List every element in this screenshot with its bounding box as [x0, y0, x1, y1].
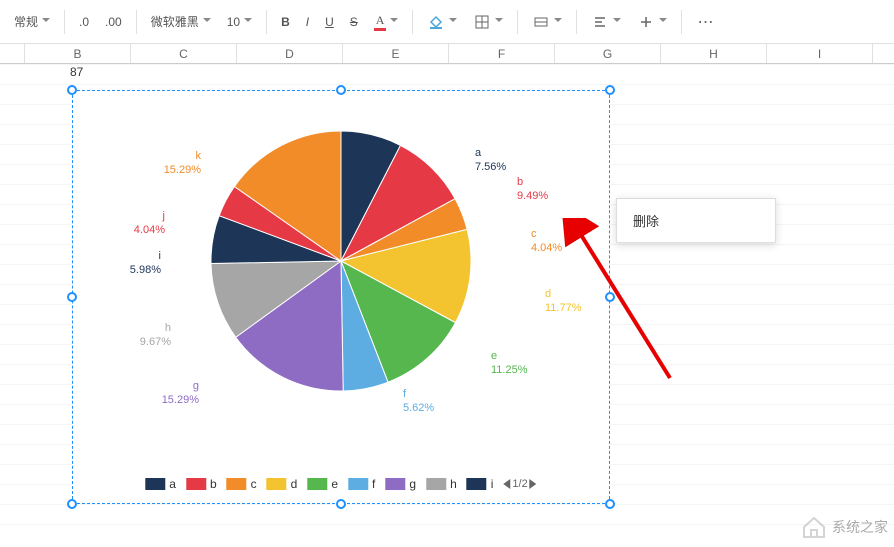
legend-item[interactable]: b: [186, 477, 217, 491]
valign-icon: [637, 13, 655, 31]
more-button[interactable]: ⋯: [690, 8, 720, 36]
align-icon: [591, 13, 609, 31]
watermark: 系统之家: [800, 513, 888, 541]
house-icon: [800, 513, 828, 541]
toolbar: 常规 .0 .00 微软雅黑 10 B I U S A ⋯: [0, 0, 894, 44]
increase-decimal-button[interactable]: .00: [99, 8, 128, 36]
slice-label: e11.25%: [491, 349, 528, 377]
font-family-dropdown[interactable]: 微软雅黑: [145, 8, 217, 36]
slice-label: b9.49%: [517, 175, 548, 203]
slice-label: a7.56%: [475, 146, 506, 174]
slice-label: d11.77%: [545, 287, 582, 315]
col-header[interactable]: E: [343, 44, 449, 63]
column-headers: B C D E F G H I: [0, 44, 894, 64]
legend-item[interactable]: a: [145, 477, 176, 491]
legend-label: c: [251, 477, 257, 491]
italic-button[interactable]: I: [300, 8, 315, 36]
slice-label: j4.04%: [134, 209, 165, 237]
legend-next[interactable]: [530, 479, 537, 489]
legend-swatch: [267, 478, 287, 490]
legend-swatch: [348, 478, 368, 490]
legend-item[interactable]: e: [307, 477, 338, 491]
slice-label: g15.29%: [162, 379, 199, 407]
chart-object[interactable]: a7.56%b9.49%c4.04%d11.77%e11.25%f5.62%g1…: [72, 90, 610, 504]
legend-label: b: [210, 477, 217, 491]
chart-area: a7.56%b9.49%c4.04%d11.77%e11.25%f5.62%g1…: [73, 91, 609, 503]
slice-label: h9.67%: [140, 321, 171, 349]
legend-swatch: [145, 478, 165, 490]
legend-swatch: [186, 478, 206, 490]
legend-item[interactable]: d: [267, 477, 298, 491]
fill-color-button[interactable]: [421, 8, 463, 36]
legend-item[interactable]: i: [467, 477, 494, 491]
pie-chart: [191, 111, 491, 411]
font-size-dropdown[interactable]: 10: [221, 8, 258, 36]
slice-label: f5.62%: [403, 387, 434, 415]
legend-swatch: [426, 478, 446, 490]
decrease-decimal-button[interactable]: .0: [73, 8, 95, 36]
underline-button[interactable]: U: [319, 8, 340, 36]
border-icon: [473, 13, 491, 31]
context-menu: 删除: [616, 198, 776, 243]
bold-button[interactable]: B: [275, 8, 296, 36]
border-button[interactable]: [467, 8, 509, 36]
legend-item[interactable]: g: [385, 477, 416, 491]
col-header[interactable]: D: [237, 44, 343, 63]
col-header[interactable]: B: [25, 44, 131, 63]
legend-label: f: [372, 477, 375, 491]
col-header[interactable]: I: [767, 44, 873, 63]
col-header[interactable]: H: [661, 44, 767, 63]
col-header[interactable]: F: [449, 44, 555, 63]
legend-item[interactable]: h: [426, 477, 457, 491]
legend-prev[interactable]: [503, 479, 510, 489]
more-icon: ⋯: [696, 13, 714, 31]
number-format-dropdown[interactable]: 常规: [8, 8, 56, 36]
legend-label: i: [491, 477, 494, 491]
col-header[interactable]: G: [555, 44, 661, 63]
legend-label: e: [331, 477, 338, 491]
slice-label: i5.98%: [130, 249, 161, 277]
merge-button[interactable]: [526, 8, 568, 36]
legend-pagination: 1/2: [503, 478, 536, 490]
legend-swatch: [307, 478, 327, 490]
legend-item[interactable]: f: [348, 477, 375, 491]
merge-icon: [532, 13, 550, 31]
legend-label: h: [450, 477, 457, 491]
cell-value: 87: [70, 65, 83, 79]
legend-label: g: [409, 477, 416, 491]
fill-icon: [427, 13, 445, 31]
col-header[interactable]: C: [131, 44, 237, 63]
text-color-button[interactable]: A: [368, 8, 405, 36]
context-menu-delete[interactable]: 删除: [617, 203, 775, 238]
legend-page-indicator: 1/2: [512, 478, 527, 490]
col-header[interactable]: [0, 44, 25, 63]
strikethrough-button[interactable]: S: [344, 8, 364, 36]
vertical-align-button[interactable]: [631, 8, 673, 36]
legend-swatch: [385, 478, 405, 490]
legend-item[interactable]: c: [227, 477, 257, 491]
legend-swatch: [227, 478, 247, 490]
slice-label: c4.04%: [531, 227, 562, 255]
legend: a b c d e f g h i 1/2: [145, 477, 536, 491]
legend-swatch: [467, 478, 487, 490]
legend-label: d: [291, 477, 298, 491]
slice-label: k15.29%: [164, 149, 201, 177]
legend-label: a: [169, 477, 176, 491]
horizontal-align-button[interactable]: [585, 8, 627, 36]
